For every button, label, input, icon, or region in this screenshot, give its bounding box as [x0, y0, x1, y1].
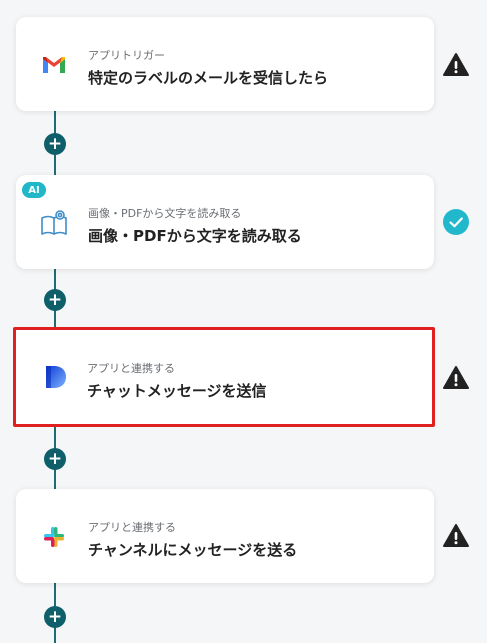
warning-icon: [442, 522, 470, 550]
step-title: 特定のラベルのメールを受信したら: [88, 69, 329, 87]
chat-app-d-icon: [41, 363, 69, 391]
add-step-button[interactable]: +: [44, 133, 66, 155]
flow-step-card[interactable]: 画像・PDFから文字を読み取る 画像・PDFから文字を読み取る: [16, 175, 434, 269]
ai-badge: AI: [22, 182, 46, 198]
step-title: 画像・PDFから文字を読み取る: [88, 227, 302, 245]
step-subtitle: アプリと連携する: [88, 521, 176, 534]
step-subtitle: アプリと連携する: [87, 362, 175, 375]
add-step-button[interactable]: +: [44, 289, 66, 311]
check-circle-icon: [442, 208, 470, 236]
warning-icon: [442, 51, 470, 79]
flow-step-card-selected[interactable]: アプリと連携する チャットメッセージを送信: [13, 327, 435, 427]
step-subtitle: 画像・PDFから文字を読み取る: [88, 207, 242, 220]
step-title: チャンネルにメッセージを送る: [88, 541, 298, 559]
ocr-book-icon: [40, 209, 68, 237]
warning-icon: [442, 364, 470, 392]
flow-step-card[interactable]: アプリと連携する チャンネルにメッセージを送る: [16, 489, 434, 583]
step-subtitle: アプリトリガー: [88, 49, 165, 62]
add-step-button[interactable]: +: [44, 448, 66, 470]
add-step-button[interactable]: +: [44, 606, 66, 628]
gmail-icon: [40, 51, 68, 79]
slack-icon: [40, 523, 68, 551]
step-title: チャットメッセージを送信: [87, 382, 267, 400]
flow-step-card[interactable]: アプリトリガー 特定のラベルのメールを受信したら: [16, 17, 434, 111]
